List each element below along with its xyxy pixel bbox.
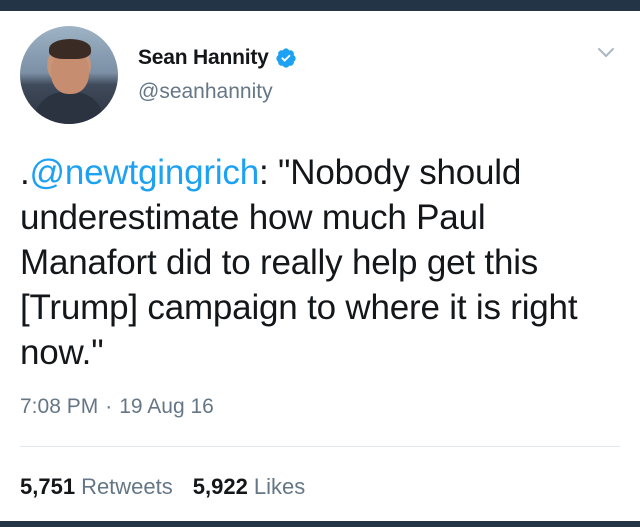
timestamp-separator: · — [105, 395, 113, 418]
retweets-count: 5,751 — [20, 474, 76, 499]
avatar-shirt — [34, 92, 104, 124]
top-frame-bar — [0, 0, 640, 11]
avatar[interactable] — [20, 26, 118, 124]
user-handle[interactable]: @seanhannity — [138, 80, 273, 104]
tweet-text-prefix: . — [20, 153, 30, 192]
tweet-time: 7:08 PM — [20, 395, 99, 418]
verified-badge-icon — [276, 48, 296, 68]
likes-count: 5,922 — [192, 474, 248, 499]
likes-label: Likes — [253, 474, 306, 499]
chevron-down-icon[interactable] — [593, 40, 619, 66]
tweet-stats: 5,751 Retweets 5,922 Likes — [20, 474, 325, 500]
retweets-stat[interactable]: 5,751 Retweets — [20, 474, 173, 500]
tweet-date: 19 Aug 16 — [119, 395, 214, 418]
mention-link[interactable]: @newtgingrich — [30, 153, 260, 192]
display-name[interactable]: Sean Hannity — [138, 46, 269, 70]
tweet-timestamp[interactable]: 7:08 PM · 19 Aug 16 — [20, 395, 214, 419]
retweets-label: Retweets — [81, 474, 173, 499]
avatar-hair — [49, 39, 91, 59]
divider — [20, 446, 620, 447]
bottom-frame-bar — [0, 521, 640, 527]
likes-stat[interactable]: 5,922 Likes — [193, 474, 305, 500]
author-name-row[interactable]: Sean Hannity — [138, 44, 297, 72]
tweet-text: .@newtgingrich: "Nobody should underesti… — [20, 150, 625, 375]
